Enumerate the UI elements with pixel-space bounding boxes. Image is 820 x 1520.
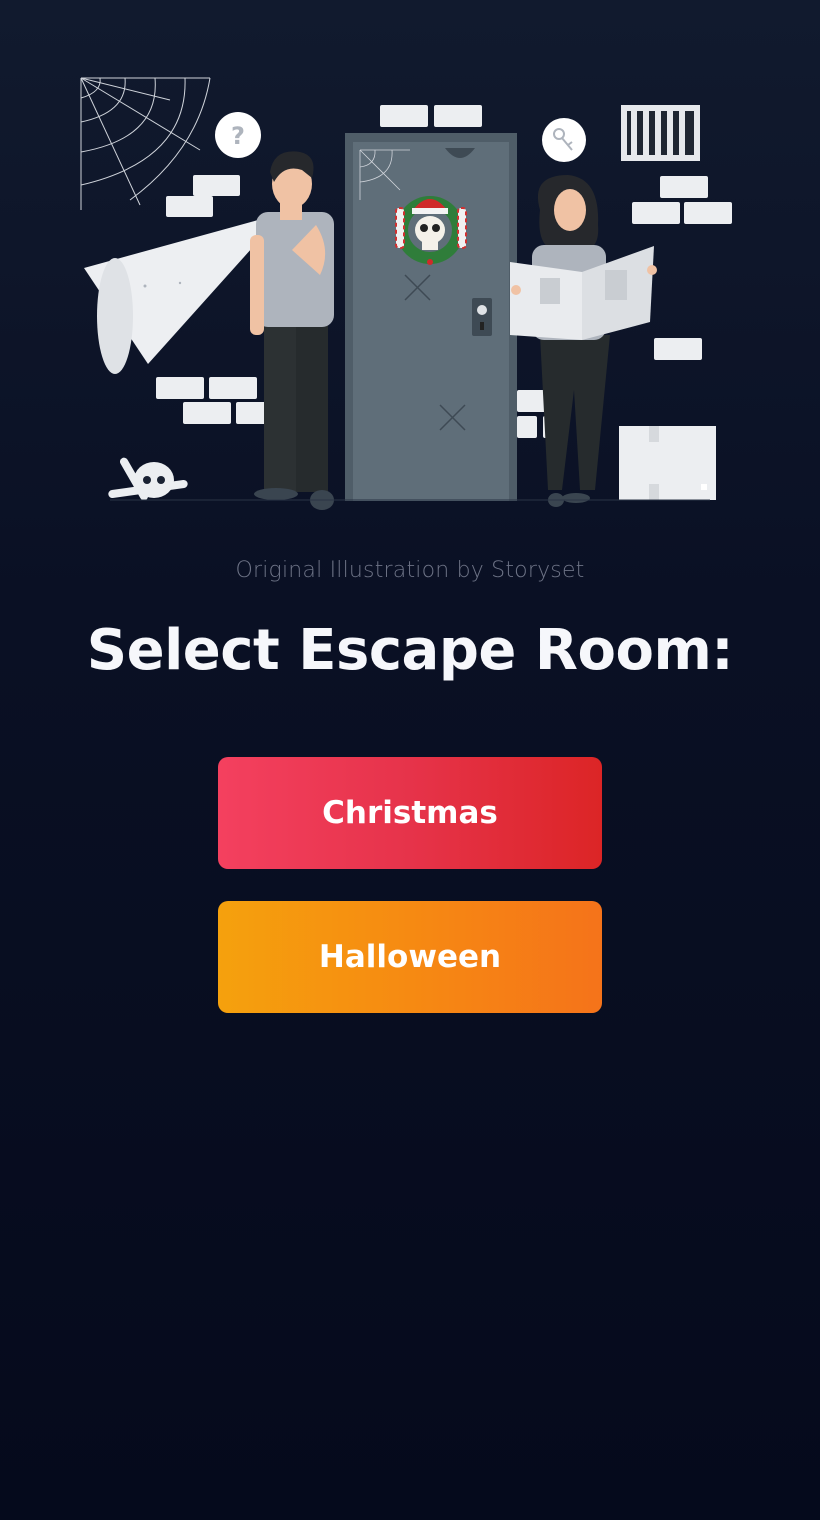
halloween-room-button[interactable]: Halloween (218, 901, 602, 1013)
man-figure (250, 151, 334, 510)
halloween-room-label: Halloween (318, 939, 502, 975)
box-icon (619, 426, 716, 500)
escape-room-selector: ? Original Illustration by Storyset Sele… (0, 0, 820, 1520)
illustration-credit: Original Illustration by Storyset (235, 558, 585, 583)
flashlight-icon (84, 220, 270, 374)
page-title: Select Escape Room: (86, 618, 734, 683)
question-bubble-icon: ? (215, 112, 261, 158)
escape-room-illustration: ? (80, 77, 732, 510)
christmas-room-button[interactable]: Christmas (218, 757, 602, 869)
barred-window-icon (621, 105, 700, 161)
key-bubble-icon (542, 118, 586, 162)
dungeon-door (345, 133, 517, 501)
skull-bones-icon (108, 457, 188, 501)
cobweb-icon (80, 77, 211, 210)
svg-text:?: ? (231, 122, 245, 150)
christmas-room-label: Christmas (322, 795, 498, 831)
